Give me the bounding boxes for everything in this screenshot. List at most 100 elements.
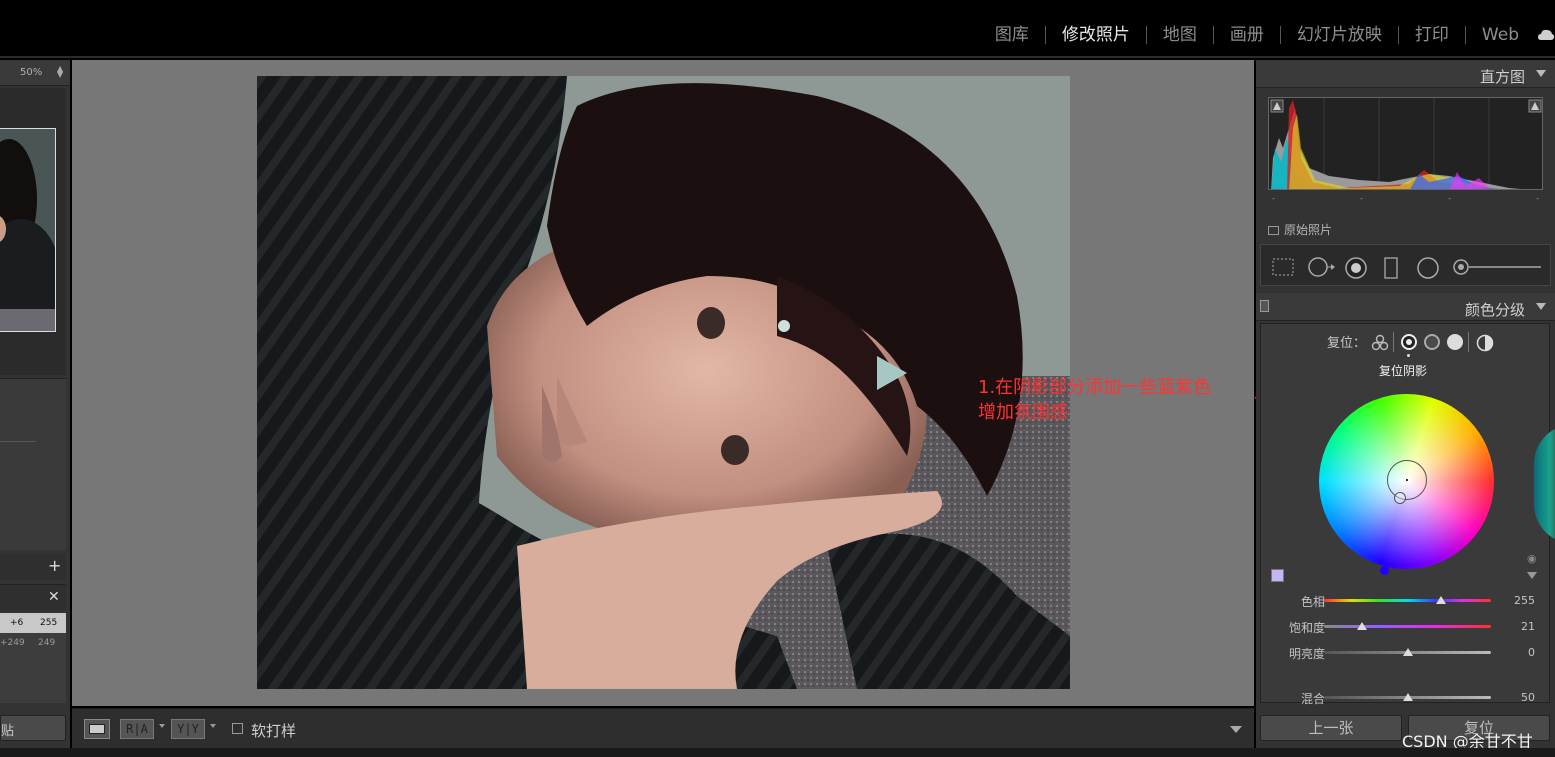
tool-strip <box>1260 244 1551 286</box>
tick: - <box>1272 194 1275 203</box>
hue-value[interactable]: 255 <box>1514 594 1535 607</box>
module-develop[interactable]: 修改照片 <box>1044 26 1146 44</box>
three-way-icon[interactable] <box>1371 334 1389 352</box>
tick: - <box>1536 194 1539 203</box>
cloud-icon[interactable] <box>1537 26 1555 44</box>
history-row[interactable]: +249 249 <box>0 633 66 653</box>
histogram-header[interactable]: 直方图 <box>1256 60 1555 88</box>
bottom-strip <box>0 748 1555 757</box>
zoom-level[interactable]: 50% <box>20 67 42 78</box>
left-panel: 50% ▲ ▼ + ✕ +6 255 +249 249 贴 <box>0 60 70 757</box>
paste-button-label: 贴 <box>1 724 15 739</box>
module-slideshow[interactable]: 幻灯片放映 <box>1279 26 1398 44</box>
photo-preview[interactable] <box>257 76 1070 689</box>
wheel-center <box>1406 479 1408 481</box>
original-photo-toggle[interactable]: 原始照片 <box>1268 221 1332 238</box>
global-mode-icon[interactable] <box>1476 334 1494 352</box>
snapshots-header: + <box>0 554 66 580</box>
midtones-mode-icon[interactable] <box>1424 334 1440 350</box>
module-book[interactable]: 画册 <box>1212 26 1280 44</box>
hue-label: 色相 <box>1300 595 1325 609</box>
annotation-text: 1.在阴影部分添加一些蓝紫色 增加氛围感 <box>978 375 1248 425</box>
divider <box>1393 332 1394 352</box>
saturation-slider-thumb[interactable] <box>1357 622 1368 630</box>
luminance-value[interactable]: 0 <box>1528 646 1535 659</box>
softproof-label: 软打样 <box>251 722 297 740</box>
radial-filter-icon[interactable] <box>1417 257 1441 279</box>
tick: - <box>1448 194 1451 203</box>
divider <box>1468 332 1469 352</box>
histogram[interactable] <box>1268 97 1543 190</box>
history-value: 249 <box>38 638 56 648</box>
presets-panel <box>0 378 66 550</box>
graduated-filter-icon[interactable] <box>1383 257 1399 279</box>
eye-icon[interactable]: ◉ <box>1527 552 1537 565</box>
tick: - <box>1360 194 1363 203</box>
adjustment-brush-slider[interactable] <box>1453 257 1543 277</box>
paste-button[interactable]: 贴 <box>0 715 66 741</box>
color-grading-panel: 复位： 复位阴影 ◉ 色相 255 饱和度 21 明亮度 0 混合 50 <box>1260 323 1555 706</box>
blending-value[interactable]: 50 <box>1521 691 1535 704</box>
highlights-mode-icon[interactable] <box>1447 334 1463 350</box>
previous-button[interactable]: 上一张 <box>1260 715 1402 741</box>
reset-label: 复位： <box>1327 336 1367 351</box>
saturation-value[interactable]: 21 <box>1521 620 1535 633</box>
divider <box>0 441 36 442</box>
collapse-icon[interactable] <box>1536 303 1546 310</box>
collapse-icon[interactable] <box>1536 70 1546 77</box>
histogram-title: 直方图 <box>1479 68 1525 86</box>
original-photo-label: 原始照片 <box>1284 223 1333 237</box>
color-grading-header[interactable]: 颜色分级 <box>1256 293 1555 321</box>
red-eye-icon[interactable] <box>1345 257 1369 279</box>
add-icon[interactable]: + <box>48 556 61 575</box>
zoom-stepper-icon[interactable]: ▲ ▼ <box>57 65 63 79</box>
histogram-ticks: - - - - <box>1268 194 1543 203</box>
luminance-label: 明亮度 <box>1288 647 1325 661</box>
navigator-header: 50% ▲ ▼ <box>0 60 70 86</box>
blending-slider-thumb[interactable] <box>1402 693 1413 701</box>
chevron-down-icon[interactable] <box>159 724 165 728</box>
toolbar-menu-icon[interactable] <box>1230 726 1242 733</box>
annotation-line-1: 1.在阴影部分添加一些蓝紫色 <box>978 377 1212 398</box>
photo-canvas: 1.在阴影部分添加一些蓝紫色 增加氛围感 <box>72 60 1254 706</box>
active-indicator <box>1407 354 1410 357</box>
history-list: +6 255 +249 249 <box>0 613 66 703</box>
chevron-down-icon[interactable] <box>210 724 216 728</box>
hue-marker[interactable] <box>1380 566 1389 575</box>
blending-label: 混合 <box>1300 692 1325 706</box>
module-web[interactable]: Web <box>1464 26 1535 44</box>
saturation-slider[interactable] <box>1324 625 1491 628</box>
module-bar: 图库 修改照片 地图 画册 幻灯片放映 打印 Web <box>0 0 1555 58</box>
history-row[interactable]: +6 255 <box>0 613 66 633</box>
navigator-panel <box>0 88 66 375</box>
hue-slider-thumb[interactable] <box>1435 596 1446 604</box>
color-swatch[interactable] <box>1271 569 1284 582</box>
shadows-mode-icon[interactable] <box>1401 334 1417 350</box>
loupe-view-button[interactable] <box>84 719 110 739</box>
right-panel: 直方图 - - - - 原始照片 颜色分级 复位： 复位阴影 ◉ 色相 255 … <box>1256 60 1555 757</box>
navigator-preview[interactable] <box>0 128 56 332</box>
spot-removal-icon[interactable] <box>1307 257 1337 277</box>
loupe-icon <box>89 724 105 734</box>
history-delta: +6 <box>10 618 24 628</box>
module-map[interactable]: 地图 <box>1145 26 1213 44</box>
history-value: 255 <box>40 618 58 628</box>
module-library[interactable]: 图库 <box>979 26 1045 44</box>
module-picker: 图库 修改照片 地图 画册 幻灯片放映 打印 Web <box>979 22 1555 48</box>
luminance-slider-thumb[interactable] <box>1402 648 1413 656</box>
close-icon[interactable]: ✕ <box>48 589 60 605</box>
module-print[interactable]: 打印 <box>1397 26 1465 44</box>
compare-button[interactable]: Y|Y <box>171 719 205 739</box>
original-photo-checkbox[interactable] <box>1268 226 1279 235</box>
color-grading-title: 颜色分级 <box>1464 301 1525 319</box>
wheel-handle[interactable] <box>1394 492 1406 504</box>
chevron-down-icon[interactable] <box>1527 572 1537 579</box>
panel-toggle-icon[interactable] <box>1260 300 1269 312</box>
before-after-button[interactable]: R|A <box>120 719 154 739</box>
saturation-label: 饱和度 <box>1288 621 1325 635</box>
annotation-line-2: 增加氛围感 <box>978 402 1068 423</box>
softproof-checkbox[interactable] <box>232 723 243 734</box>
crop-icon[interactable] <box>1271 257 1295 277</box>
hue-slider[interactable] <box>1324 599 1491 602</box>
tooltip: 复位阴影 <box>1379 364 1428 378</box>
